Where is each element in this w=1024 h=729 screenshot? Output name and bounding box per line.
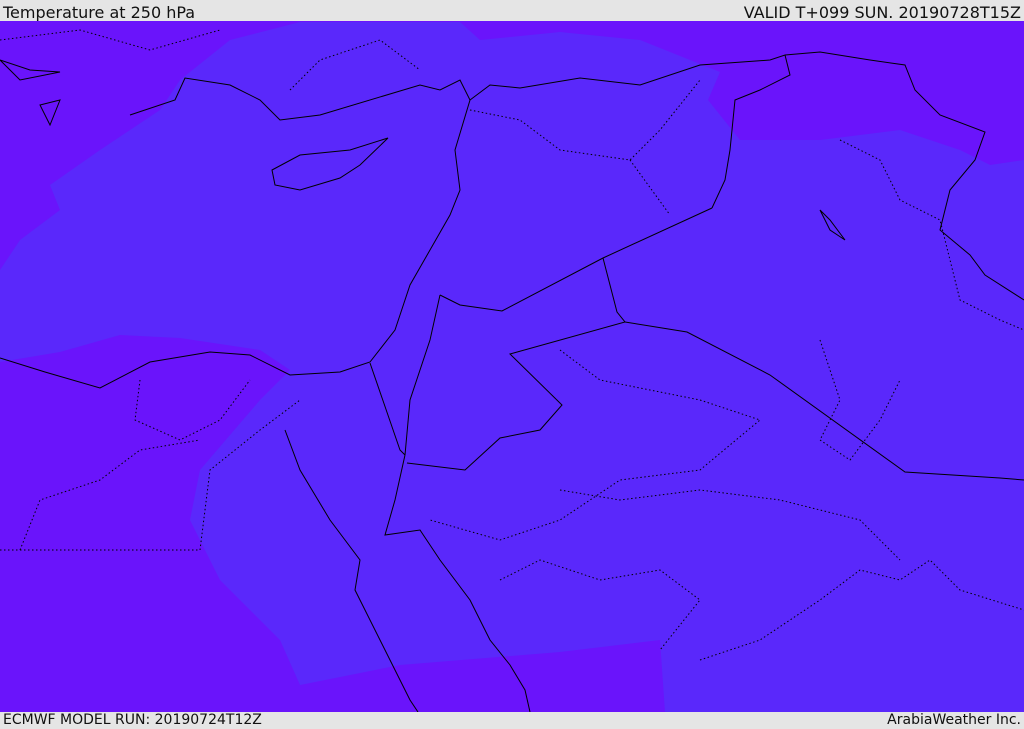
valid-time: VALID T+099 SUN. 20190728T15Z bbox=[743, 3, 1021, 22]
temperature-map bbox=[0, 21, 1024, 712]
credit: ArabiaWeather Inc. bbox=[887, 712, 1021, 728]
model-run: ECMWF MODEL RUN: 20190724T12Z bbox=[3, 712, 262, 728]
map-title: Temperature at 250 hPa bbox=[3, 3, 196, 22]
